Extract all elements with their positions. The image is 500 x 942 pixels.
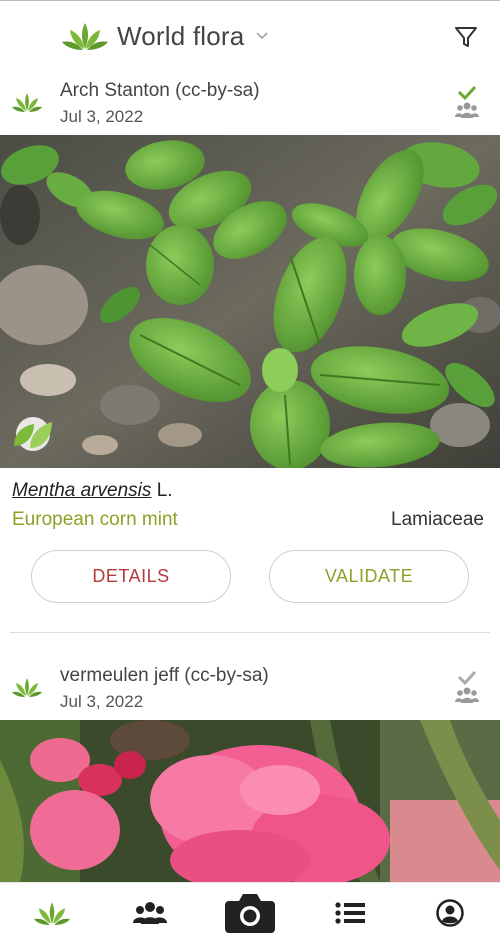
top-bar: World flora xyxy=(0,0,500,70)
pink-flower-image xyxy=(0,720,500,882)
mint-plant-image xyxy=(0,135,500,468)
world-flora-logo-icon xyxy=(62,23,108,50)
observation-author: vermeulen jeff (cc-by-sa) xyxy=(60,665,269,686)
leaf-badge-icon xyxy=(14,417,52,451)
observation-card: vermeulen jeff (cc-by-sa) Jul 3, 2022 xyxy=(0,655,500,720)
profile-icon xyxy=(436,899,464,927)
species-name[interactable]: Mentha arvensis L. xyxy=(12,480,173,502)
sprout-icon xyxy=(12,93,42,112)
camera-icon[interactable] xyxy=(225,891,275,933)
check-pending-icon xyxy=(455,670,479,703)
list-icon xyxy=(335,902,365,924)
observation-photo[interactable] xyxy=(0,135,500,468)
observation-photo[interactable] xyxy=(0,720,500,882)
filter-icon[interactable] xyxy=(454,25,478,49)
tab-list[interactable] xyxy=(332,895,368,931)
tab-community[interactable] xyxy=(132,895,168,931)
observation-date: Jul 3, 2022 xyxy=(60,692,144,711)
validate-button[interactable]: VALIDATE xyxy=(269,550,469,603)
species-authority: L. xyxy=(156,480,173,501)
bottom-navigation xyxy=(0,882,500,942)
sprout-icon xyxy=(34,902,70,925)
community-icon xyxy=(133,902,167,924)
species-scientific-name[interactable]: Mentha arvensis xyxy=(12,480,151,501)
tab-flora[interactable] xyxy=(34,895,70,931)
observation-date: Jul 3, 2022 xyxy=(60,107,144,126)
chevron-down-icon[interactable] xyxy=(256,31,268,41)
flora-title[interactable]: World flora xyxy=(117,21,244,52)
check-validated-icon xyxy=(455,85,479,118)
sprout-icon xyxy=(12,678,42,697)
common-name: European corn mint xyxy=(12,509,178,530)
family-name: Lamiaceae xyxy=(391,509,484,530)
tab-profile[interactable] xyxy=(432,895,468,931)
details-button[interactable]: DETAILS xyxy=(31,550,231,603)
observation-author: Arch Stanton (cc-by-sa) xyxy=(60,80,260,101)
divider xyxy=(10,632,490,633)
